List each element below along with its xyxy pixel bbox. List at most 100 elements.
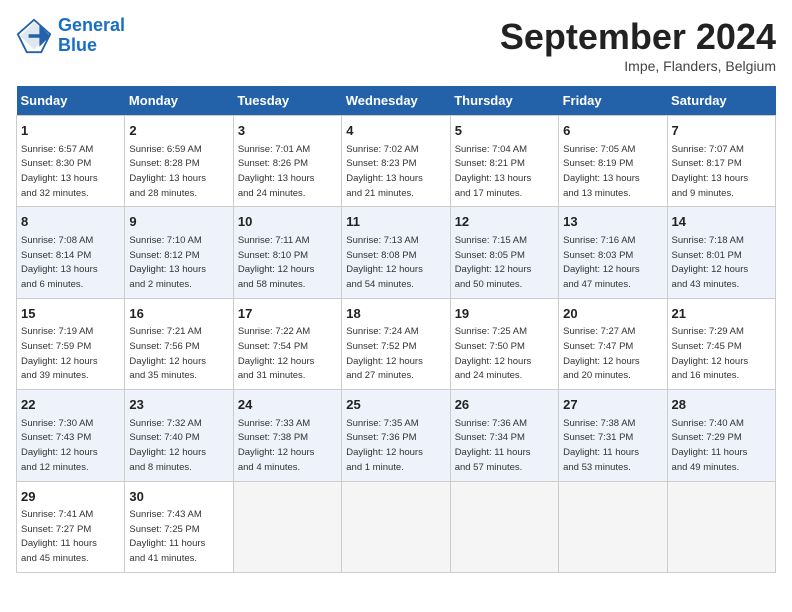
day-number: 17 bbox=[238, 304, 337, 324]
calendar-day-19: 19Sunrise: 7:25 AM Sunset: 7:50 PM Dayli… bbox=[450, 298, 558, 389]
day-info: Sunrise: 7:13 AM Sunset: 8:08 PM Dayligh… bbox=[346, 234, 445, 293]
day-number: 24 bbox=[238, 395, 337, 415]
calendar-day-20: 20Sunrise: 7:27 AM Sunset: 7:47 PM Dayli… bbox=[559, 298, 667, 389]
calendar-day-30: 30Sunrise: 7:43 AM Sunset: 7:25 PM Dayli… bbox=[125, 481, 233, 572]
calendar-week-5: 29Sunrise: 7:41 AM Sunset: 7:27 PM Dayli… bbox=[17, 481, 776, 572]
calendar-table: SundayMondayTuesdayWednesdayThursdayFrid… bbox=[16, 86, 776, 573]
calendar-day-27: 27Sunrise: 7:38 AM Sunset: 7:31 PM Dayli… bbox=[559, 390, 667, 481]
logo-icon bbox=[16, 18, 52, 54]
day-number: 12 bbox=[455, 212, 554, 232]
day-info: Sunrise: 7:43 AM Sunset: 7:25 PM Dayligh… bbox=[129, 508, 228, 567]
calendar-week-4: 22Sunrise: 7:30 AM Sunset: 7:43 PM Dayli… bbox=[17, 390, 776, 481]
calendar-day-15: 15Sunrise: 7:19 AM Sunset: 7:59 PM Dayli… bbox=[17, 298, 125, 389]
calendar-week-1: 1Sunrise: 6:57 AM Sunset: 8:30 PM Daylig… bbox=[17, 116, 776, 207]
calendar-day-4: 4Sunrise: 7:02 AM Sunset: 8:23 PM Daylig… bbox=[342, 116, 450, 207]
calendar-day-6: 6Sunrise: 7:05 AM Sunset: 8:19 PM Daylig… bbox=[559, 116, 667, 207]
logo-line1: General bbox=[58, 15, 125, 35]
calendar-day-9: 9Sunrise: 7:10 AM Sunset: 8:12 PM Daylig… bbox=[125, 207, 233, 298]
day-info: Sunrise: 7:38 AM Sunset: 7:31 PM Dayligh… bbox=[563, 417, 662, 476]
calendar-day-12: 12Sunrise: 7:15 AM Sunset: 8:05 PM Dayli… bbox=[450, 207, 558, 298]
day-number: 20 bbox=[563, 304, 662, 324]
day-info: Sunrise: 7:15 AM Sunset: 8:05 PM Dayligh… bbox=[455, 234, 554, 293]
day-number: 10 bbox=[238, 212, 337, 232]
calendar-day-28: 28Sunrise: 7:40 AM Sunset: 7:29 PM Dayli… bbox=[667, 390, 775, 481]
calendar-day-8: 8Sunrise: 7:08 AM Sunset: 8:14 PM Daylig… bbox=[17, 207, 125, 298]
weekday-header-friday: Friday bbox=[559, 86, 667, 116]
calendar-week-3: 15Sunrise: 7:19 AM Sunset: 7:59 PM Dayli… bbox=[17, 298, 776, 389]
day-number: 30 bbox=[129, 487, 228, 507]
day-info: Sunrise: 7:18 AM Sunset: 8:01 PM Dayligh… bbox=[672, 234, 771, 293]
logo: General Blue bbox=[16, 16, 125, 56]
weekday-header-row: SundayMondayTuesdayWednesdayThursdayFrid… bbox=[17, 86, 776, 116]
day-info: Sunrise: 7:32 AM Sunset: 7:40 PM Dayligh… bbox=[129, 417, 228, 476]
calendar-day-3: 3Sunrise: 7:01 AM Sunset: 8:26 PM Daylig… bbox=[233, 116, 341, 207]
day-number: 21 bbox=[672, 304, 771, 324]
calendar-day-17: 17Sunrise: 7:22 AM Sunset: 7:54 PM Dayli… bbox=[233, 298, 341, 389]
day-info: Sunrise: 6:57 AM Sunset: 8:30 PM Dayligh… bbox=[21, 143, 120, 202]
weekday-header-saturday: Saturday bbox=[667, 86, 775, 116]
day-number: 2 bbox=[129, 121, 228, 141]
day-number: 7 bbox=[672, 121, 771, 141]
day-info: Sunrise: 7:04 AM Sunset: 8:21 PM Dayligh… bbox=[455, 143, 554, 202]
day-info: Sunrise: 7:25 AM Sunset: 7:50 PM Dayligh… bbox=[455, 325, 554, 384]
month-title: September 2024 bbox=[500, 16, 776, 58]
calendar-day-11: 11Sunrise: 7:13 AM Sunset: 8:08 PM Dayli… bbox=[342, 207, 450, 298]
day-info: Sunrise: 7:27 AM Sunset: 7:47 PM Dayligh… bbox=[563, 325, 662, 384]
day-number: 4 bbox=[346, 121, 445, 141]
calendar-day-5: 5Sunrise: 7:04 AM Sunset: 8:21 PM Daylig… bbox=[450, 116, 558, 207]
day-number: 15 bbox=[21, 304, 120, 324]
calendar-day-empty bbox=[450, 481, 558, 572]
day-number: 11 bbox=[346, 212, 445, 232]
day-number: 16 bbox=[129, 304, 228, 324]
day-info: Sunrise: 7:41 AM Sunset: 7:27 PM Dayligh… bbox=[21, 508, 120, 567]
day-info: Sunrise: 7:19 AM Sunset: 7:59 PM Dayligh… bbox=[21, 325, 120, 384]
day-number: 5 bbox=[455, 121, 554, 141]
day-number: 3 bbox=[238, 121, 337, 141]
calendar-day-13: 13Sunrise: 7:16 AM Sunset: 8:03 PM Dayli… bbox=[559, 207, 667, 298]
weekday-header-sunday: Sunday bbox=[17, 86, 125, 116]
day-info: Sunrise: 7:16 AM Sunset: 8:03 PM Dayligh… bbox=[563, 234, 662, 293]
weekday-header-monday: Monday bbox=[125, 86, 233, 116]
day-number: 23 bbox=[129, 395, 228, 415]
calendar-day-empty bbox=[233, 481, 341, 572]
day-info: Sunrise: 7:24 AM Sunset: 7:52 PM Dayligh… bbox=[346, 325, 445, 384]
day-info: Sunrise: 7:33 AM Sunset: 7:38 PM Dayligh… bbox=[238, 417, 337, 476]
day-number: 8 bbox=[21, 212, 120, 232]
day-info: Sunrise: 7:08 AM Sunset: 8:14 PM Dayligh… bbox=[21, 234, 120, 293]
day-number: 29 bbox=[21, 487, 120, 507]
day-info: Sunrise: 7:35 AM Sunset: 7:36 PM Dayligh… bbox=[346, 417, 445, 476]
calendar-day-7: 7Sunrise: 7:07 AM Sunset: 8:17 PM Daylig… bbox=[667, 116, 775, 207]
day-number: 25 bbox=[346, 395, 445, 415]
calendar-day-1: 1Sunrise: 6:57 AM Sunset: 8:30 PM Daylig… bbox=[17, 116, 125, 207]
day-info: Sunrise: 7:22 AM Sunset: 7:54 PM Dayligh… bbox=[238, 325, 337, 384]
day-number: 26 bbox=[455, 395, 554, 415]
calendar-day-empty bbox=[667, 481, 775, 572]
day-info: Sunrise: 7:30 AM Sunset: 7:43 PM Dayligh… bbox=[21, 417, 120, 476]
day-info: Sunrise: 7:29 AM Sunset: 7:45 PM Dayligh… bbox=[672, 325, 771, 384]
day-number: 13 bbox=[563, 212, 662, 232]
day-info: Sunrise: 7:02 AM Sunset: 8:23 PM Dayligh… bbox=[346, 143, 445, 202]
logo-text: General Blue bbox=[58, 16, 125, 56]
weekday-header-thursday: Thursday bbox=[450, 86, 558, 116]
logo-line2: Blue bbox=[58, 35, 97, 55]
day-number: 18 bbox=[346, 304, 445, 324]
title-block: September 2024 Impe, Flanders, Belgium bbox=[500, 16, 776, 74]
calendar-day-empty bbox=[342, 481, 450, 572]
day-number: 27 bbox=[563, 395, 662, 415]
day-info: Sunrise: 7:05 AM Sunset: 8:19 PM Dayligh… bbox=[563, 143, 662, 202]
day-number: 9 bbox=[129, 212, 228, 232]
weekday-header-tuesday: Tuesday bbox=[233, 86, 341, 116]
location-subtitle: Impe, Flanders, Belgium bbox=[500, 58, 776, 74]
calendar-day-16: 16Sunrise: 7:21 AM Sunset: 7:56 PM Dayli… bbox=[125, 298, 233, 389]
calendar-day-24: 24Sunrise: 7:33 AM Sunset: 7:38 PM Dayli… bbox=[233, 390, 341, 481]
calendar-day-23: 23Sunrise: 7:32 AM Sunset: 7:40 PM Dayli… bbox=[125, 390, 233, 481]
calendar-day-2: 2Sunrise: 6:59 AM Sunset: 8:28 PM Daylig… bbox=[125, 116, 233, 207]
calendar-day-10: 10Sunrise: 7:11 AM Sunset: 8:10 PM Dayli… bbox=[233, 207, 341, 298]
day-number: 22 bbox=[21, 395, 120, 415]
calendar-day-18: 18Sunrise: 7:24 AM Sunset: 7:52 PM Dayli… bbox=[342, 298, 450, 389]
day-number: 19 bbox=[455, 304, 554, 324]
day-info: Sunrise: 7:11 AM Sunset: 8:10 PM Dayligh… bbox=[238, 234, 337, 293]
day-number: 14 bbox=[672, 212, 771, 232]
calendar-day-22: 22Sunrise: 7:30 AM Sunset: 7:43 PM Dayli… bbox=[17, 390, 125, 481]
calendar-day-14: 14Sunrise: 7:18 AM Sunset: 8:01 PM Dayli… bbox=[667, 207, 775, 298]
